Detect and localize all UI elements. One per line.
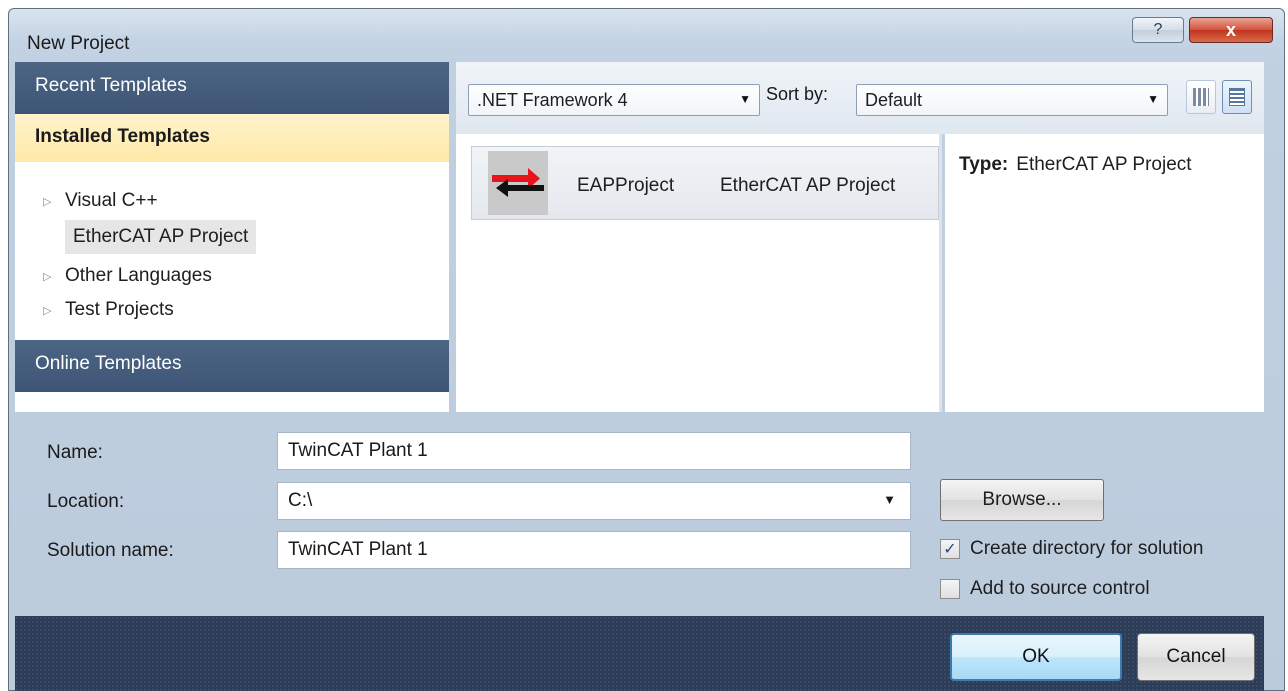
template-toolbar: .NET Framework 4 ▼ Sort by: Default ▼ xyxy=(456,62,1264,134)
sort-by-label: Sort by: xyxy=(766,84,829,104)
ethercat-arrows-graphic xyxy=(492,168,544,197)
type-value: EtherCAT AP Project xyxy=(1016,154,1192,175)
tree-item-other-languages[interactable]: ▷ Other Languages xyxy=(43,259,212,293)
list-view-icon xyxy=(1229,88,1245,106)
sort-dropdown[interactable]: Default ▼ xyxy=(856,84,1168,116)
location-combobox[interactable]: C:\ ▼ xyxy=(277,482,911,520)
template-categories-panel: Recent Templates Installed Templates ▷ V… xyxy=(15,62,449,412)
help-button[interactable]: ? xyxy=(1132,17,1184,43)
expand-arrow-icon[interactable]: ▷ xyxy=(43,304,65,317)
tree-item-test-projects[interactable]: ▷ Test Projects xyxy=(43,293,174,327)
tree-item-label: Test Projects xyxy=(65,299,174,320)
create-directory-label: Create directory for solution xyxy=(970,538,1204,559)
create-directory-checkbox-row[interactable]: ✓ Create directory for solution xyxy=(940,538,1203,560)
tree-item-label: Visual C++ xyxy=(65,190,158,211)
close-button[interactable]: x xyxy=(1189,17,1273,43)
online-templates-header[interactable]: Online Templates xyxy=(15,340,449,392)
name-label: Name: xyxy=(47,442,103,463)
source-control-checkbox-row[interactable]: Add to source control xyxy=(940,578,1150,600)
ok-button[interactable]: OK xyxy=(950,633,1122,681)
template-detail-panel: Type: EtherCAT AP Project xyxy=(945,134,1264,412)
close-icon: x xyxy=(1225,19,1236,40)
expand-arrow-icon[interactable]: ▷ xyxy=(43,195,65,208)
template-row[interactable]: EAPProject EtherCAT AP Project xyxy=(471,146,939,220)
tree-item-visual-cpp[interactable]: ▷ Visual C++ xyxy=(43,184,158,218)
type-label: Type: xyxy=(959,154,1009,175)
dialog-title: New Project xyxy=(27,33,130,54)
small-icons-view-button[interactable] xyxy=(1186,80,1216,114)
list-view-button[interactable] xyxy=(1222,80,1252,114)
ethercat-arrows-icon xyxy=(488,151,548,215)
framework-dropdown[interactable]: .NET Framework 4 ▼ xyxy=(468,84,760,116)
chevron-down-icon[interactable]: ▼ xyxy=(883,492,896,507)
framework-value: .NET Framework 4 xyxy=(477,89,628,110)
create-directory-checkbox[interactable]: ✓ xyxy=(940,539,960,559)
tree-item-label: EtherCAT AP Project xyxy=(73,226,249,247)
recent-templates-header[interactable]: Recent Templates xyxy=(15,62,449,114)
solution-name-input[interactable]: TwinCAT Plant 1 xyxy=(277,531,911,569)
solution-name-value: TwinCAT Plant 1 xyxy=(288,539,428,560)
browse-button[interactable]: Browse... xyxy=(940,479,1104,521)
name-input[interactable]: TwinCAT Plant 1 xyxy=(277,432,911,470)
chevron-down-icon: ▼ xyxy=(739,92,751,106)
panel-divider xyxy=(939,134,942,412)
tree-item-ethercat-ap-project[interactable]: EtherCAT AP Project xyxy=(65,220,257,254)
template-type: EtherCAT AP Project xyxy=(720,175,896,196)
help-icon: ? xyxy=(1153,21,1163,38)
chevron-down-icon: ▼ xyxy=(1147,92,1159,106)
name-value: TwinCAT Plant 1 xyxy=(288,440,428,461)
template-name: EAPProject xyxy=(577,175,675,196)
source-control-label: Add to source control xyxy=(970,578,1150,599)
expand-arrow-icon[interactable]: ▷ xyxy=(43,270,65,283)
solution-name-label: Solution name: xyxy=(47,540,174,561)
installed-templates-header[interactable]: Installed Templates xyxy=(15,114,449,162)
grid-view-icon xyxy=(1193,88,1209,106)
source-control-checkbox[interactable] xyxy=(940,579,960,599)
template-type-info: Type: EtherCAT AP Project xyxy=(959,154,1192,176)
location-label: Location: xyxy=(47,491,125,512)
location-value: C:\ xyxy=(288,490,313,511)
cancel-button[interactable]: Cancel xyxy=(1137,633,1255,681)
sort-value: Default xyxy=(865,89,923,110)
tree-item-label: Other Languages xyxy=(65,265,212,286)
